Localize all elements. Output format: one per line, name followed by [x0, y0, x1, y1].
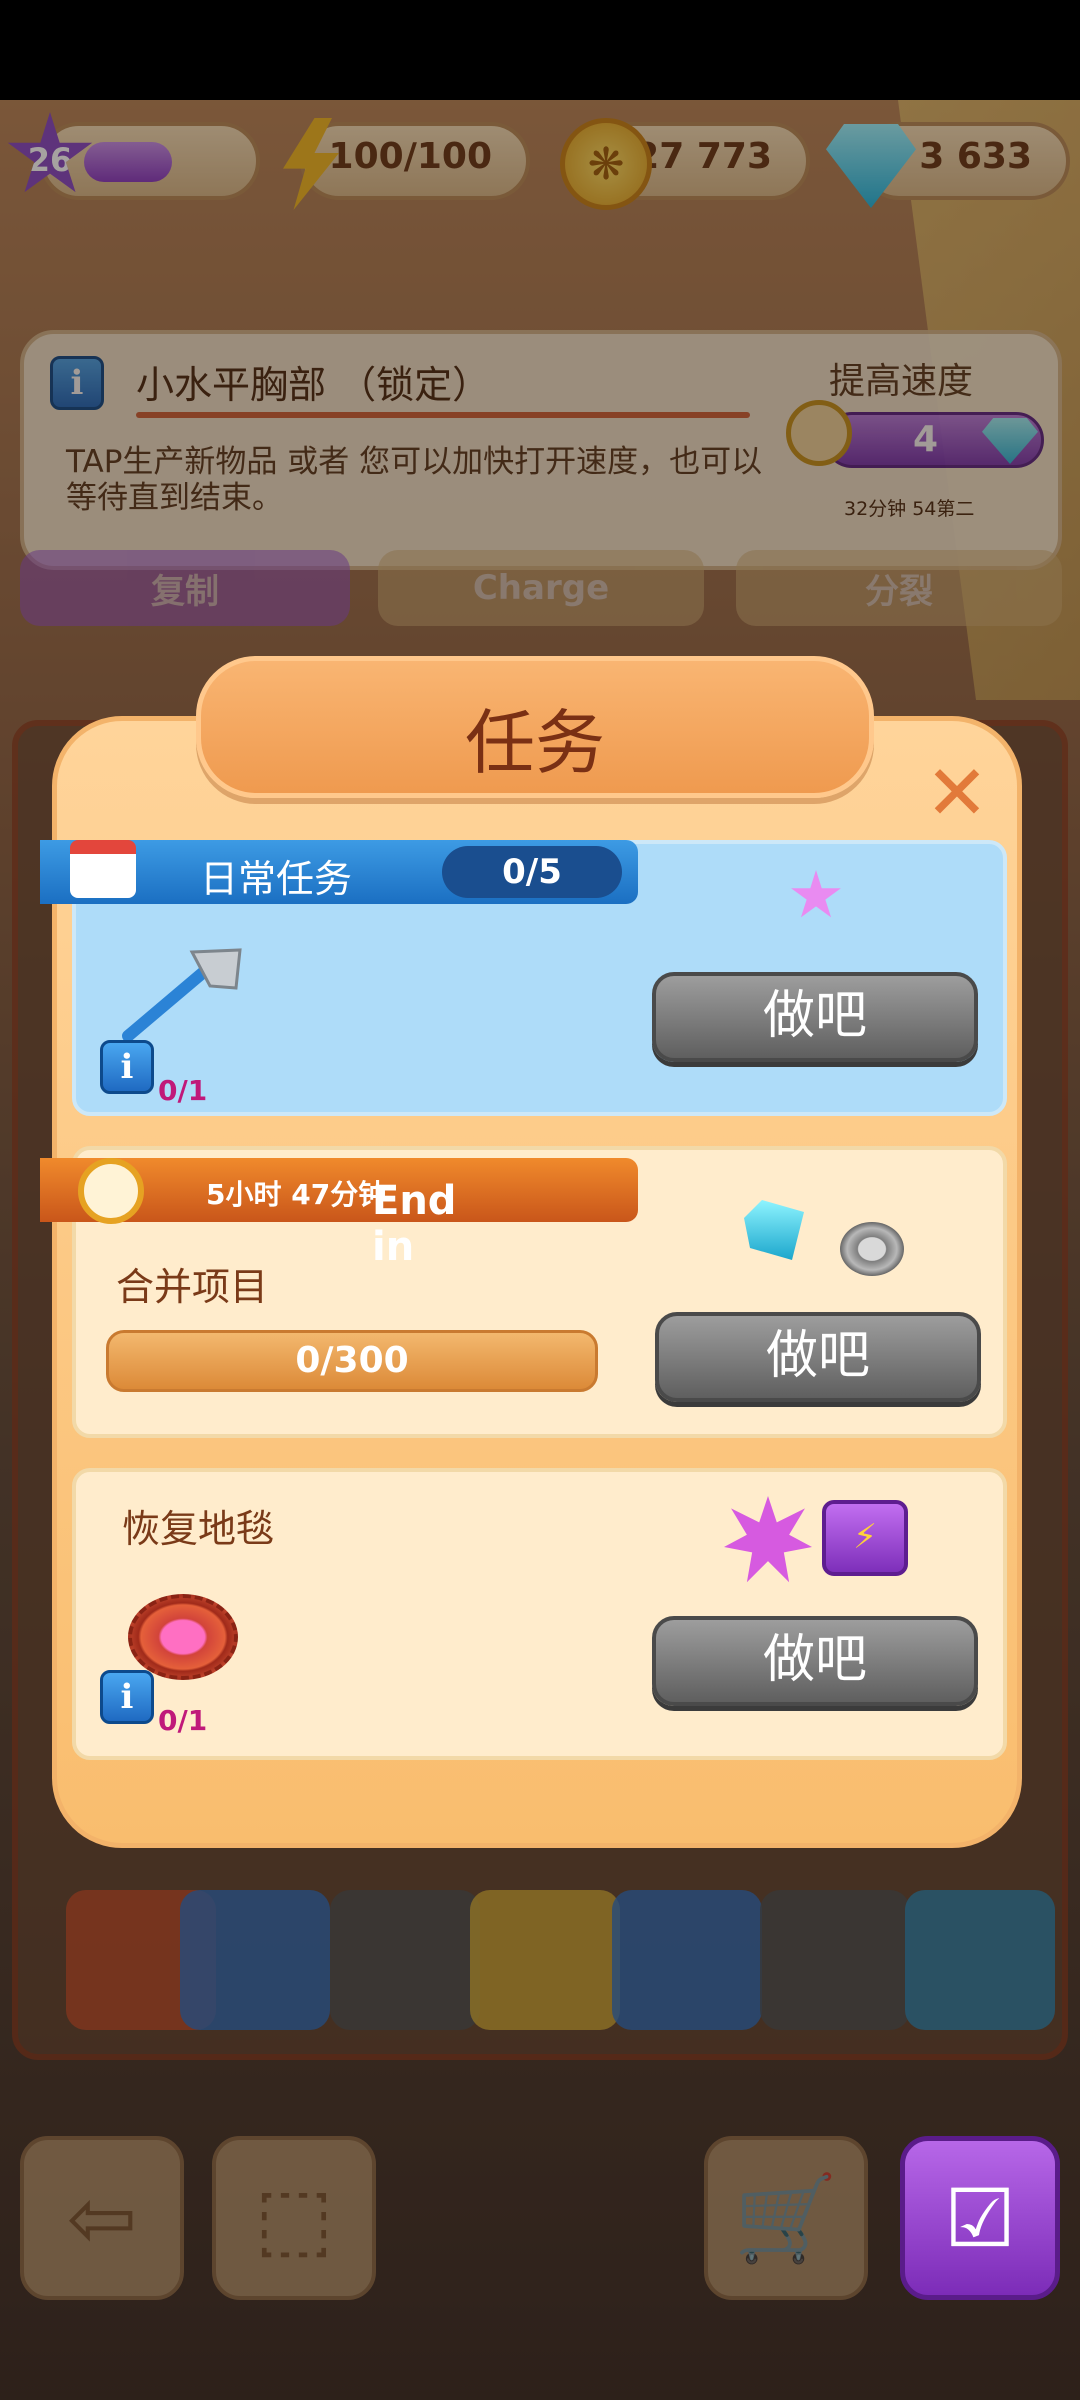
axe-icon: [122, 948, 242, 1042]
end-in-label: End in: [372, 1178, 457, 1270]
event-time-left: 5小时 47分钟: [206, 1178, 387, 1211]
rug-task-label: 恢复地毯: [122, 1507, 275, 1551]
quests-icon: ☑: [944, 2171, 1016, 2265]
daily-item-count: 0/1: [158, 1074, 208, 1107]
dialog-header: 任务: [196, 656, 874, 798]
close-icon[interactable]: ✕: [922, 755, 992, 831]
calendar-icon: [70, 840, 136, 898]
info-icon[interactable]: i: [100, 1670, 154, 1724]
merge-task-label: 合并项目: [116, 1265, 269, 1309]
merge-progress-bar: 0/300: [106, 1330, 598, 1392]
status-bar: [0, 0, 1080, 100]
do-it-button[interactable]: 做吧: [655, 1312, 981, 1402]
info-icon[interactable]: i: [100, 1040, 154, 1094]
alarm-clock-icon: [78, 1158, 144, 1224]
daily-label: 日常任务: [200, 857, 353, 901]
dialog-title: 任务: [465, 702, 605, 784]
daily-count: 0/5: [442, 846, 622, 898]
do-it-button[interactable]: 做吧: [652, 972, 978, 1062]
do-it-button[interactable]: 做吧: [652, 1616, 978, 1706]
rug-icon: [128, 1594, 238, 1680]
rug-item-count: 0/1: [158, 1704, 208, 1737]
coil-icon: [840, 1222, 904, 1276]
quests-button[interactable]: ☑: [900, 2136, 1060, 2300]
energy-box-icon: ⚡: [822, 1500, 908, 1576]
